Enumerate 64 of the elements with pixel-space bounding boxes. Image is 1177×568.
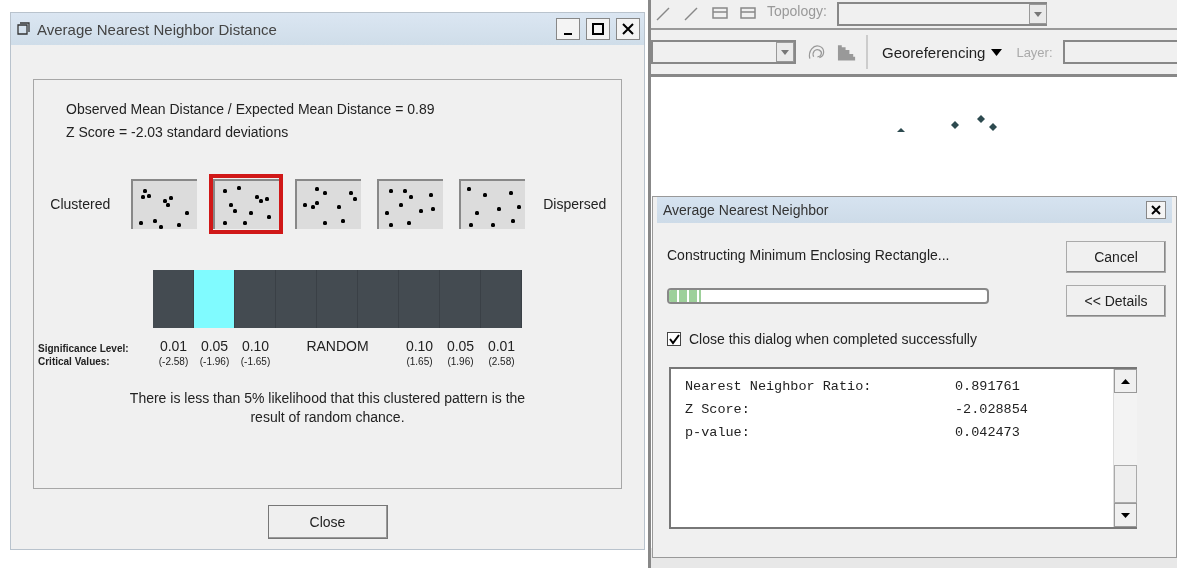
minimize-icon xyxy=(564,33,572,35)
critical-value: (1.65) xyxy=(405,356,434,367)
dispersed-label: Dispersed xyxy=(542,196,608,212)
maximize-icon xyxy=(592,23,604,35)
caret-icon xyxy=(991,48,1003,56)
point-marker-icon xyxy=(977,115,985,123)
significance-label: Significance Level: xyxy=(37,343,130,354)
close-button[interactable] xyxy=(616,18,640,40)
result-value: -2.028854 xyxy=(955,401,1029,419)
caret-icon xyxy=(781,49,790,55)
dropdown-field[interactable] xyxy=(651,40,797,64)
critical-value: (-1.65) xyxy=(239,356,272,367)
triangle-marker-icon xyxy=(897,128,905,132)
result-label: Z Score: xyxy=(685,401,751,419)
layer-dropdown[interactable] xyxy=(1062,40,1177,64)
clustered-label: Clustered xyxy=(49,196,112,212)
checkbox-label: Close this dialog when completed successfully xyxy=(689,331,977,347)
significance-value: 0.10 xyxy=(404,338,435,354)
cancel-button[interactable]: Cancel xyxy=(1066,241,1166,273)
result-value: 0.042473 xyxy=(955,424,1021,442)
summary-text: Observed Mean Distance / Expected Mean Distance = 0.89 xyxy=(66,100,436,119)
layer-label: Layer: xyxy=(1016,44,1053,60)
critical-value: (-2.58) xyxy=(157,356,190,367)
significance-value: 0.05 xyxy=(199,338,230,354)
random-label: RANDOM xyxy=(305,338,370,354)
scroll-thumb[interactable] xyxy=(1114,465,1137,503)
caret-icon xyxy=(1033,11,1042,17)
window-icon xyxy=(17,22,31,36)
result-label: Nearest Neighbor Ratio: xyxy=(685,378,873,396)
histogram-icon[interactable] xyxy=(837,43,857,61)
interpretation-text: There is less than 5% likelihood that this clustered pattern is the result of random chance. xyxy=(128,389,527,427)
window-title: Average Nearest Neighbor Distance xyxy=(37,20,278,38)
window-title: Average Nearest Neighbor xyxy=(663,202,829,218)
point-marker-icon xyxy=(951,121,959,129)
up-arrow-icon xyxy=(1121,378,1130,384)
critical-label: Critical Values: xyxy=(37,356,111,367)
minimize-button[interactable] xyxy=(556,18,580,40)
significance-value: 0.01 xyxy=(158,338,189,354)
checkbox[interactable] xyxy=(667,332,681,346)
critical-value: (1.96) xyxy=(446,356,475,367)
scroll-up-button[interactable] xyxy=(1114,369,1137,393)
status-text: Constructing Minimum Enclosing Rectangle... xyxy=(667,247,951,263)
summary-text: Z Score = -2.03 standard deviations xyxy=(66,123,290,142)
significance-value: 0.10 xyxy=(240,338,271,354)
maximize-button[interactable] xyxy=(586,18,610,40)
scrollbar[interactable] xyxy=(1113,369,1137,527)
result-value: 0.891761 xyxy=(955,378,1021,396)
close-icon xyxy=(1150,204,1162,216)
critical-value: (2.58) xyxy=(487,356,516,367)
close-button[interactable] xyxy=(1146,201,1166,219)
details-button[interactable]: << Details xyxy=(1066,285,1166,317)
georeferencing-menu[interactable]: Georeferencing xyxy=(878,43,1007,61)
significance-value: 0.05 xyxy=(445,338,476,354)
table-icon[interactable] xyxy=(711,6,729,22)
topology-label: Topology: xyxy=(767,3,827,19)
point-marker-icon xyxy=(989,123,997,131)
critical-value: (-1.96) xyxy=(198,356,231,367)
close-icon xyxy=(622,23,634,35)
significance-value: 0.01 xyxy=(486,338,517,354)
scroll-down-button[interactable] xyxy=(1114,503,1137,527)
result-label: p-value: xyxy=(685,424,751,442)
topology-dropdown[interactable] xyxy=(836,2,1047,26)
down-arrow-icon xyxy=(1121,512,1130,518)
close-button[interactable]: Close xyxy=(267,505,388,539)
